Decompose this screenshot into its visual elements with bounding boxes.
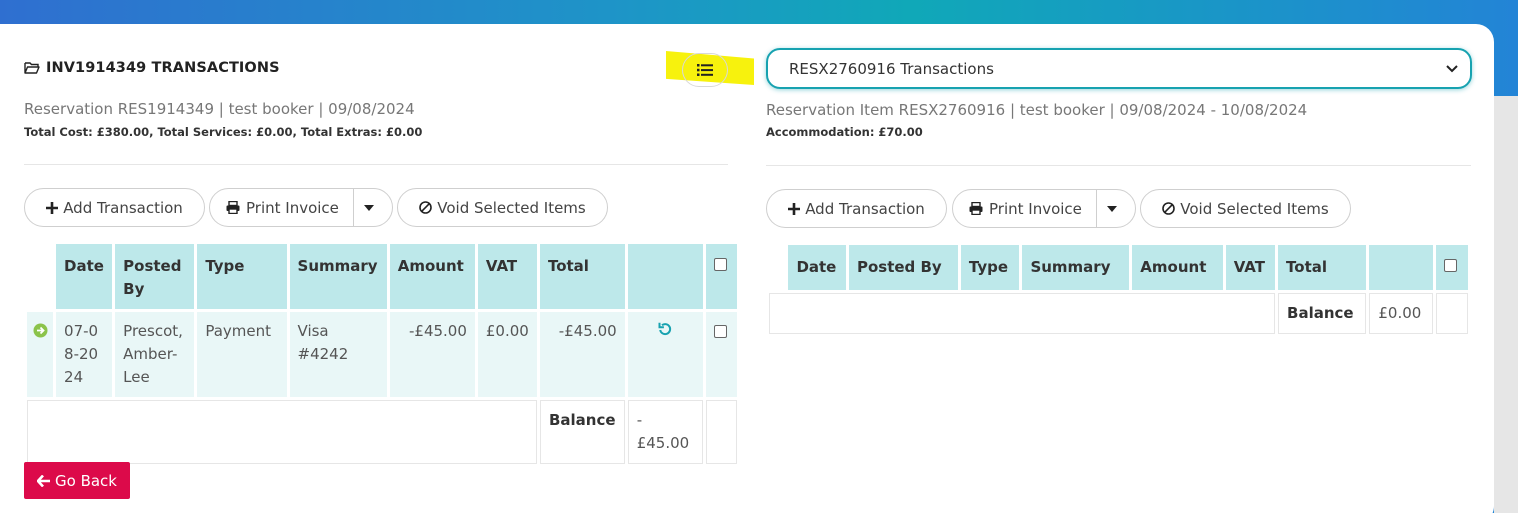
list-toggle-button[interactable] <box>682 53 728 87</box>
print-options-dropdown[interactable] <box>354 189 384 226</box>
header-spacer <box>27 244 54 309</box>
print-icon <box>969 202 983 215</box>
add-transaction-label: Add Transaction <box>63 198 183 217</box>
print-invoice-label: Print Invoice <box>989 199 1082 218</box>
divider <box>766 165 1471 166</box>
go-back-button[interactable]: Go Back <box>24 462 130 499</box>
undo-icon[interactable] <box>658 322 672 336</box>
void-selected-button-right[interactable]: Void Selected Items <box>1140 189 1351 228</box>
reservation-item-subtitle: Reservation Item RESX2760916 | test book… <box>766 101 1308 119</box>
plus-icon <box>46 201 59 214</box>
header-spacer <box>769 245 786 290</box>
add-transaction-button-right[interactable]: Add Transaction <box>766 189 947 228</box>
balance-label: Balance <box>539 400 625 464</box>
header-date: Date <box>788 245 846 290</box>
header-amount: Amount <box>1132 245 1223 290</box>
table-row: 07-08-2024 Prescot, Amber-Lee Payment Vi… <box>27 312 737 397</box>
balance-value: £0.00 <box>1369 293 1434 334</box>
header-vat: VAT <box>477 244 537 309</box>
reservation-item-totals: Accommodation: £70.00 <box>766 125 923 139</box>
row-vat: £0.00 <box>477 312 537 397</box>
print-invoice-button-right[interactable]: Print Invoice <box>953 190 1097 227</box>
print-invoice-label: Print Invoice <box>246 198 339 217</box>
caret-down-icon <box>1106 205 1117 212</box>
invoice-title-text: INV1914349 TRANSACTIONS <box>46 60 280 76</box>
row-actions-cell <box>627 312 703 397</box>
header-date: Date <box>56 244 113 309</box>
void-selected-label: Void Selected Items <box>437 198 586 217</box>
row-select-cell <box>705 312 737 397</box>
header-total: Total <box>1278 245 1367 290</box>
invoice-title: INV1914349 TRANSACTIONS <box>24 60 280 76</box>
balance-row: Balance £0.00 <box>769 293 1468 334</box>
header-actions <box>1369 245 1434 290</box>
reservation-totals: Total Cost: £380.00, Total Services: £0.… <box>24 125 423 139</box>
header-summary: Summary <box>1022 245 1130 290</box>
table-header-row: Date Posted By Type Summary Amount VAT T… <box>769 245 1468 290</box>
balance-row: Balance -£45.00 <box>27 400 737 464</box>
row-total: -£45.00 <box>539 312 625 397</box>
balance-empty <box>1436 293 1468 334</box>
header-amount: Amount <box>389 244 475 309</box>
transactions-select[interactable]: RESX2760916 Transactions <box>766 48 1472 89</box>
balance-label: Balance <box>1278 293 1367 334</box>
right-transactions-table: Date Posted By Type Summary Amount VAT T… <box>766 242 1471 337</box>
header-select-all <box>705 244 737 309</box>
header-total: Total <box>539 244 625 309</box>
row-amount: -£45.00 <box>389 312 475 397</box>
divider <box>24 164 728 165</box>
print-icon <box>226 201 240 214</box>
folder-open-icon <box>24 62 40 74</box>
header-summary: Summary <box>289 244 387 309</box>
void-selected-button[interactable]: Void Selected Items <box>397 188 608 227</box>
print-invoice-button[interactable]: Print Invoice <box>210 189 354 226</box>
header-posted-by: Posted By <box>115 244 195 309</box>
list-icon <box>697 64 713 76</box>
print-invoice-split-button-right: Print Invoice <box>952 189 1136 228</box>
go-back-label: Go Back <box>55 471 117 490</box>
row-expand-cell <box>27 312 54 397</box>
print-options-dropdown-right[interactable] <box>1097 190 1127 227</box>
plus-icon <box>788 202 801 215</box>
row-type: Payment <box>197 312 287 397</box>
add-transaction-button[interactable]: Add Transaction <box>24 188 205 227</box>
arrow-circle-right-icon[interactable] <box>33 323 48 338</box>
row-checkbox[interactable] <box>713 325 727 338</box>
balance-spacer <box>769 293 1276 334</box>
header-actions <box>627 244 703 309</box>
reservation-subtitle: Reservation RES1914349 | test booker | 0… <box>24 100 415 118</box>
balance-spacer <box>27 400 537 464</box>
transactions-panel: INV1914349 TRANSACTIONS Reservation RES1… <box>0 24 1494 513</box>
table-header-row: Date Posted By Type Summary Amount VAT T… <box>27 244 737 309</box>
header-type: Type <box>960 245 1020 290</box>
arrow-left-icon <box>37 474 50 487</box>
header-type: Type <box>197 244 287 309</box>
print-invoice-split-button: Print Invoice <box>209 188 393 227</box>
balance-value: -£45.00 <box>627 400 703 464</box>
caret-down-icon <box>363 204 374 211</box>
void-selected-label: Void Selected Items <box>1180 199 1329 218</box>
header-select-all <box>1436 245 1468 290</box>
header-posted-by: Posted By <box>848 245 958 290</box>
row-summary: Visa #4242 <box>289 312 387 397</box>
left-transactions-table: Date Posted By Type Summary Amount VAT T… <box>24 241 740 467</box>
add-transaction-label: Add Transaction <box>805 199 925 218</box>
transactions-select-value: RESX2760916 Transactions <box>789 59 994 78</box>
select-all-checkbox[interactable] <box>713 258 727 271</box>
row-posted-by: Prescot, Amber-Lee <box>115 312 195 397</box>
select-all-checkbox[interactable] <box>1444 259 1458 272</box>
page-background-strip <box>1494 96 1518 513</box>
ban-icon <box>419 201 433 214</box>
ban-icon <box>1162 202 1176 215</box>
row-date: 07-08-2024 <box>56 312 113 397</box>
header-vat: VAT <box>1225 245 1276 290</box>
balance-empty <box>705 400 737 464</box>
chevron-down-icon <box>1446 64 1458 72</box>
